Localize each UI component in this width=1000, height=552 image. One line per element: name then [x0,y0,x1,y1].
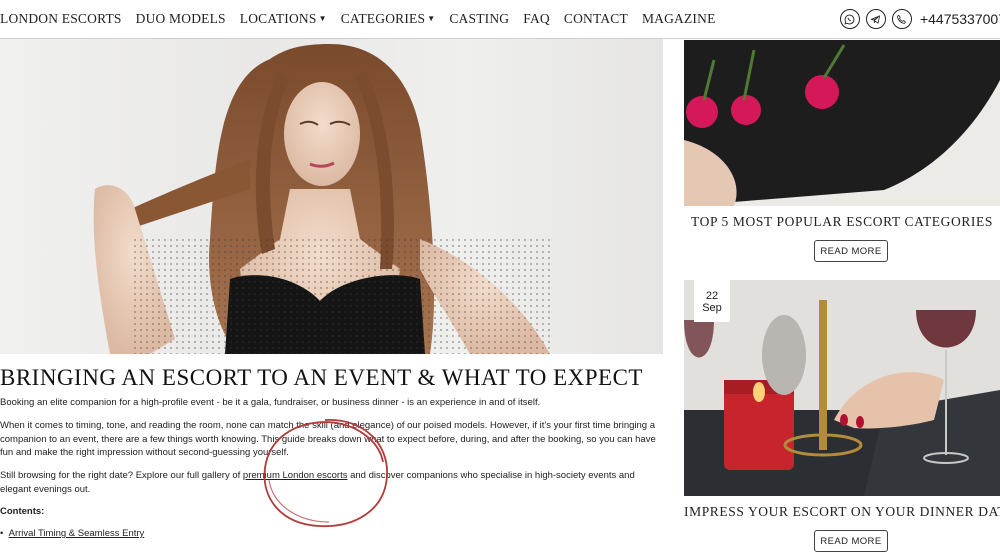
whatsapp-icon[interactable] [839,9,860,29]
nav-link-faq[interactable]: FAQ [523,11,550,27]
phone-number[interactable]: +4475337007 [920,11,1000,27]
card-illustration-flowers [684,40,1000,206]
article-browse-paragraph: Still browsing for the right date? Explo… [0,469,660,496]
nav-links: LONDON ESCORTS DUO MODELS LOCATIONS ▼ CAT… [0,0,730,38]
chevron-down-icon: ▼ [318,14,327,23]
card-title[interactable]: IMPRESS YOUR ESCORT ON YOUR DINNER DATE [684,504,1000,520]
hero-illustration [93,44,550,354]
read-more-button[interactable]: READ MORE [814,530,888,552]
nav-link-categories[interactable]: CATEGORIES ▼ [341,11,436,27]
card-image-flowers[interactable] [684,40,1000,206]
nav-link-contact[interactable]: CONTACT [564,11,628,27]
toc-item: • Arrival Timing & Seamless Entry [0,528,145,539]
nav-link-locations-label: LOCATIONS [239,11,317,26]
premium-escorts-link[interactable]: premium London escorts [243,470,348,481]
card-title[interactable]: TOP 5 MOST POPULAR ESCORT CATEGORIES [684,214,1000,230]
read-more-button[interactable]: READ MORE [814,240,888,262]
date-badge: 22 Sep [694,280,730,322]
top-navigation: LONDON ESCORTS DUO MODELS LOCATIONS ▼ CAT… [0,0,1000,39]
nav-link-duo-models[interactable]: DUO MODELS [136,11,226,27]
nav-link-magazine[interactable]: MAGAZINE [642,11,716,27]
card-illustration-dinner [684,280,1000,496]
card-image-dinner[interactable] [684,280,1000,496]
date-month: Sep [702,302,722,314]
article-intro: Booking an elite companion for a high-pr… [0,397,541,408]
phone-icon[interactable] [891,9,912,29]
toc-link-arrival-timing[interactable]: Arrival Timing & Seamless Entry [9,528,145,539]
article-paragraph: When it comes to timing, tone, and readi… [0,420,656,458]
nav-link-locations[interactable]: LOCATIONS ▼ [240,11,327,27]
hero-image [0,39,663,354]
date-day: 22 [705,290,719,302]
nav-link-london-escorts[interactable]: LONDON ESCORTS [0,11,122,27]
nav-link-categories-label: CATEGORIES [340,11,426,26]
telegram-icon[interactable] [865,9,886,29]
browse-text-before: Still browsing for the right date? Explo… [0,470,243,481]
contents-heading: Contents: [0,506,45,517]
nav-link-casting[interactable]: CASTING [449,11,509,27]
chevron-down-icon: ▼ [427,14,436,23]
contact-icons: +4475337007 [839,0,1000,38]
article-title: BRINGING AN ESCORT TO AN EVENT & WHAT TO… [0,365,643,390]
